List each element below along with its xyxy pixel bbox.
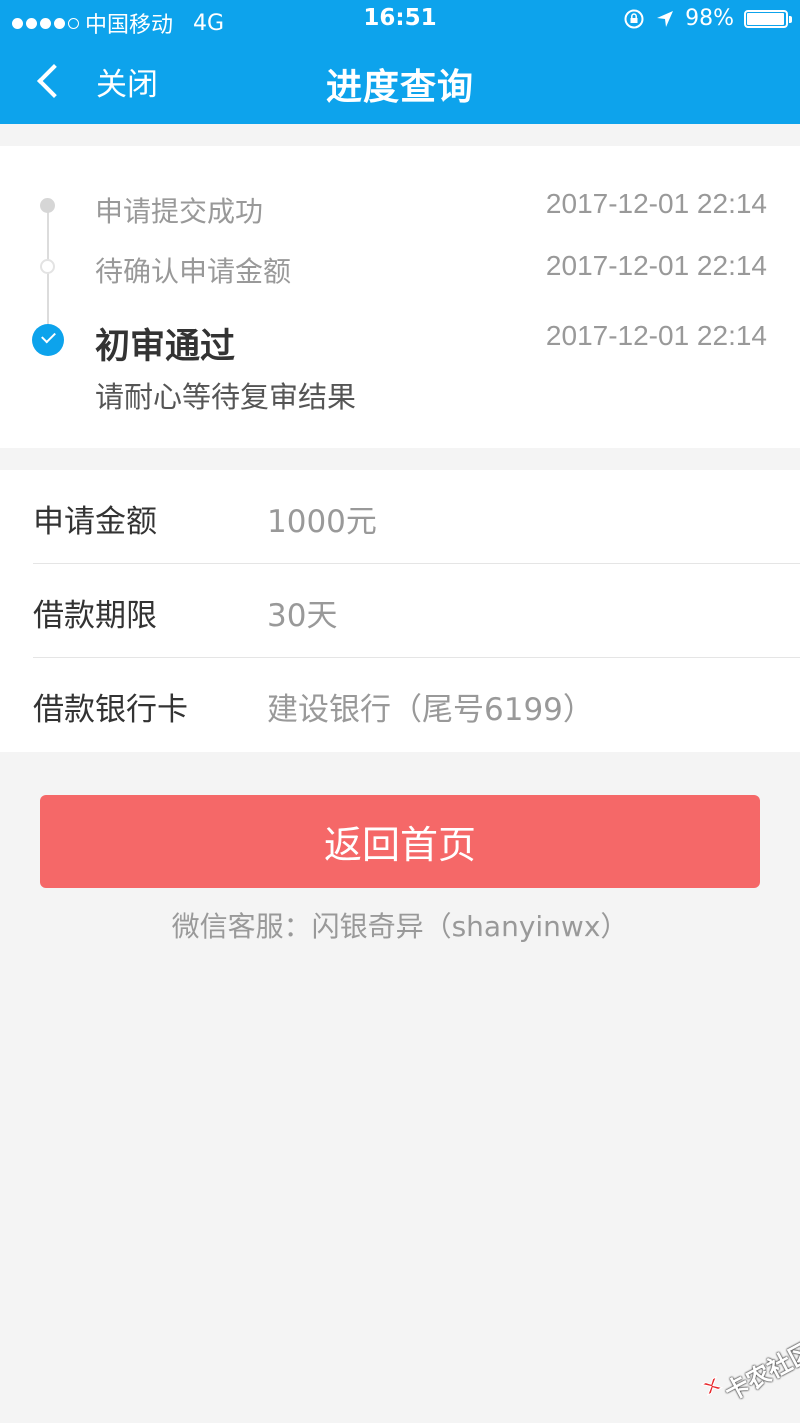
status-right: 98% bbox=[623, 6, 792, 31]
detail-row-term: 借款期限 30天 bbox=[0, 564, 800, 658]
nav-bar: 关闭 进度查询 bbox=[0, 40, 800, 124]
detail-value: 30天 bbox=[267, 598, 338, 634]
detail-label: 申请金额 bbox=[33, 504, 157, 540]
watermark-text: 卡农社区 bbox=[720, 1336, 800, 1407]
battery-percent: 98% bbox=[685, 6, 734, 31]
status-bar: 中国移动 4G 16:51 98% bbox=[0, 0, 800, 40]
page-title: 进度查询 bbox=[325, 67, 474, 108]
progress-timeline: 申请提交成功 2017-12-01 22:14 待确认申请金额 2017-12-… bbox=[0, 146, 800, 448]
battery-level bbox=[747, 12, 785, 25]
detail-row-amount: 申请金额 1000元 bbox=[0, 470, 800, 564]
watermark: 卡农社区 bbox=[700, 1337, 800, 1407]
detail-value: 1000元 bbox=[267, 504, 377, 540]
return-home-button[interactable]: 返回首页 bbox=[40, 795, 760, 888]
loan-details: 申请金额 1000元 借款期限 30天 借款银行卡 建设银行（尾号6199） bbox=[0, 470, 800, 752]
step-label: 申请提交成功 bbox=[95, 195, 264, 228]
current-step-subtitle: 请耐心等待复审结果 bbox=[95, 380, 357, 414]
step-pending-dot-icon bbox=[40, 259, 55, 274]
top-bar: 中国移动 4G 16:51 98% 关闭 进度查询 bbox=[0, 0, 800, 124]
step-time: 2017-12-01 22:14 bbox=[545, 188, 767, 219]
rotation-lock-icon bbox=[624, 9, 644, 28]
battery-icon bbox=[744, 9, 792, 28]
timeline-track bbox=[0, 146, 100, 336]
step-time: 2017-12-01 22:14 bbox=[545, 320, 767, 351]
step-label: 待确认申请金额 bbox=[95, 255, 292, 288]
location-arrow-icon bbox=[657, 10, 674, 27]
step-time: 2017-12-01 22:14 bbox=[545, 250, 767, 281]
step-done-dot-icon bbox=[40, 198, 55, 213]
detail-value: 建设银行（尾号6199） bbox=[267, 692, 594, 728]
detail-row-bank-card: 借款银行卡 建设银行（尾号6199） bbox=[0, 658, 800, 752]
detail-label: 借款期限 bbox=[33, 598, 157, 634]
check-circle-icon bbox=[32, 324, 64, 356]
customer-service-text: 微信客服：闪银奇异（shanyinwx） bbox=[171, 910, 629, 943]
current-step-label: 初审通过 bbox=[95, 327, 236, 367]
detail-label: 借款银行卡 bbox=[33, 692, 188, 728]
